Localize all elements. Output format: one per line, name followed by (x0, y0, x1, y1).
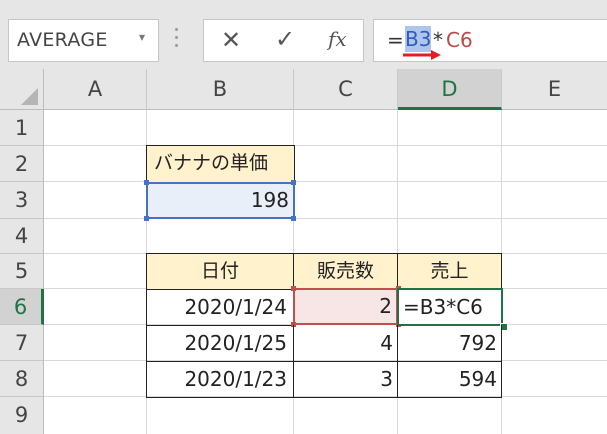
column-header-c[interactable]: C (294, 69, 398, 110)
table-header-quantity[interactable]: 販売数 (293, 253, 398, 290)
check-icon[interactable]: ✓ (275, 25, 295, 53)
row-header-8[interactable]: 8 (0, 361, 44, 397)
ref-handle[interactable] (291, 216, 296, 221)
formula-input[interactable]: = B3 * C6 (373, 19, 607, 62)
cell-d8[interactable]: 594 (397, 361, 502, 398)
cell-c8[interactable]: 3 (293, 361, 398, 398)
spreadsheet-grid: A B C D E 1 2 3 4 5 6 7 8 9 バナナの単価 198 日… (0, 69, 607, 434)
select-all-corner[interactable] (0, 69, 44, 110)
cell-c7[interactable]: 4 (293, 325, 398, 362)
gridline (44, 218, 607, 219)
row-header-4[interactable]: 4 (0, 219, 44, 254)
ref-handle[interactable] (144, 216, 149, 221)
row-header-1[interactable]: 1 (0, 110, 44, 146)
gridline (44, 181, 607, 182)
fx-icon[interactable]: fx (328, 27, 347, 51)
formula-bar-area: AVERAGE ▾ ✕ ✓ fx = B3 * C6 (0, 0, 607, 69)
table-header-date[interactable]: 日付 (146, 253, 294, 290)
table-header-sales[interactable]: 売上 (397, 253, 502, 290)
name-box[interactable]: AVERAGE ▾ (8, 19, 159, 62)
row-header-5[interactable]: 5 (0, 254, 44, 289)
cell-b3[interactable]: 198 (146, 182, 295, 219)
column-header-d[interactable]: D (398, 69, 502, 110)
row-header-3[interactable]: 3 (0, 182, 44, 219)
cell-b8[interactable]: 2020/1/23 (146, 361, 294, 398)
gridline (44, 145, 607, 146)
more-options-icon[interactable] (171, 24, 183, 56)
row-header-2[interactable]: 2 (0, 146, 44, 182)
ref-handle[interactable] (144, 180, 149, 185)
cell-b2[interactable]: バナナの単価 (146, 145, 295, 182)
cell-b7[interactable]: 2020/1/25 (146, 325, 294, 362)
cell-d6-active[interactable]: =B3*C6 (397, 288, 503, 326)
column-header-b[interactable]: B (147, 69, 294, 110)
ref-handle[interactable] (291, 180, 296, 185)
formula-buttons: ✕ ✓ fx (203, 19, 364, 62)
arrow-right-icon (403, 50, 441, 60)
cell-b6[interactable]: 2020/1/24 (146, 289, 294, 326)
row-header-9[interactable]: 9 (0, 397, 44, 434)
caret-down-icon[interactable]: ▾ (139, 30, 145, 44)
formula-ref-c6: C6 (446, 28, 473, 52)
cell-d7[interactable]: 792 (397, 325, 502, 362)
close-icon[interactable]: ✕ (221, 26, 241, 54)
column-header-a[interactable]: A (44, 69, 147, 110)
name-box-value: AVERAGE (17, 29, 108, 51)
ref-handle[interactable] (291, 286, 296, 291)
cell-c6[interactable]: 2 (293, 288, 398, 325)
row-header-6[interactable]: 6 (0, 289, 44, 325)
row-header-7[interactable]: 7 (0, 325, 44, 361)
column-header-e[interactable]: E (502, 69, 607, 110)
